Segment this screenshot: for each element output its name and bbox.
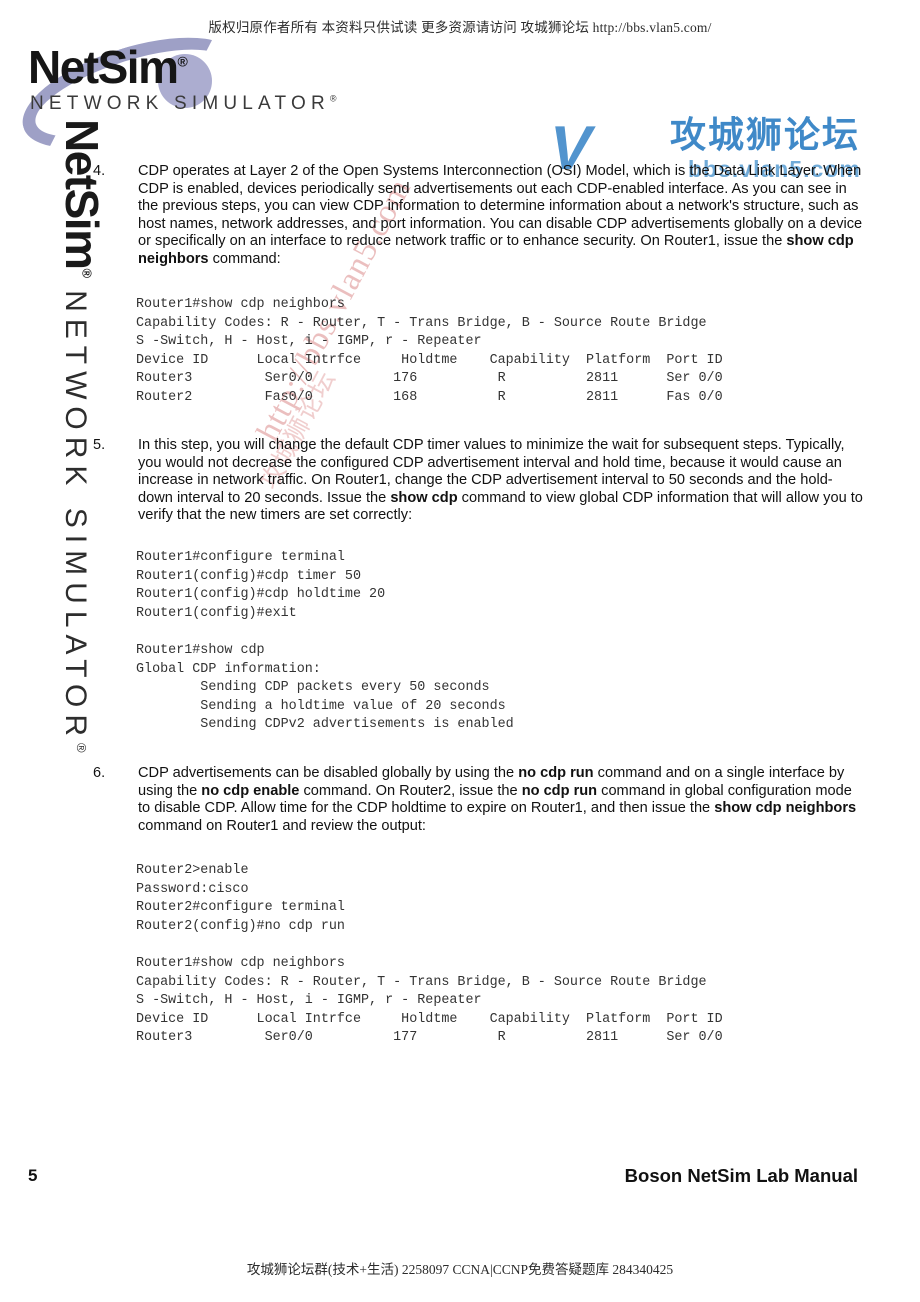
logo-wordmark-text: NetSim <box>28 41 179 93</box>
step-text-5: In this step, you will change the defaul… <box>138 437 863 524</box>
scan-header-notice: 版权归原作者所有 本资料只供试读 更多资源请访问 攻城狮论坛 http://bb… <box>208 20 712 35</box>
spine-subtitle-text: NETWORK SIMULATOR <box>59 290 92 743</box>
netsim-logo: NetSim® NETWORK SIMULATOR® <box>9 15 348 171</box>
step-number-4: 4. <box>93 163 106 179</box>
code-block-3: Router2>enable Password:cisco Router2#co… <box>136 863 723 1046</box>
manual-title: Boson NetSim Lab Manual <box>624 1165 858 1186</box>
document-page: 版权归原作者所有 本资料只供试读 更多资源请访问 攻城狮论坛 http://bb… <box>0 0 920 1302</box>
step-item-6: 6. CDP advertisements can be disabled gl… <box>93 765 863 835</box>
spine-registered-mark: ® <box>79 268 95 279</box>
watermark-forum-name: 攻城狮论坛 <box>670 114 861 155</box>
logo-subtitle-registered-mark: ® <box>329 93 337 104</box>
logo-subtitle: NETWORK SIMULATOR® <box>30 93 337 115</box>
code-block-2: Router1#configure terminal Router1(confi… <box>136 550 514 733</box>
spine-subtitle-registered-mark: ® <box>74 743 89 753</box>
logo-registered-mark: ® <box>177 53 188 70</box>
step-number-5: 5. <box>93 437 106 453</box>
step-number-6: 6. <box>93 765 106 781</box>
step-text-4: CDP operates at Layer 2 of the Open Syst… <box>138 163 863 267</box>
logo-wordmark: NetSim® <box>28 44 188 90</box>
spine-subtitle: NETWORK SIMULATOR® <box>59 290 92 753</box>
step-text-6: CDP advertisements can be disabled globa… <box>138 765 857 834</box>
step-item-5: 5. In this step, you will change the def… <box>93 437 863 525</box>
page-number: 5 <box>28 1166 38 1185</box>
scan-footer-notice: 攻城狮论坛群(技术+生活) 2258097 CCNA|CCNP免费答疑题库 28… <box>246 1262 674 1277</box>
step-item-4: 4. CDP operates at Layer 2 of the Open S… <box>93 163 863 269</box>
logo-subtitle-text: NETWORK SIMULATOR <box>30 93 330 114</box>
code-block-1: Router1#show cdp neighbors Capability Co… <box>136 297 723 405</box>
